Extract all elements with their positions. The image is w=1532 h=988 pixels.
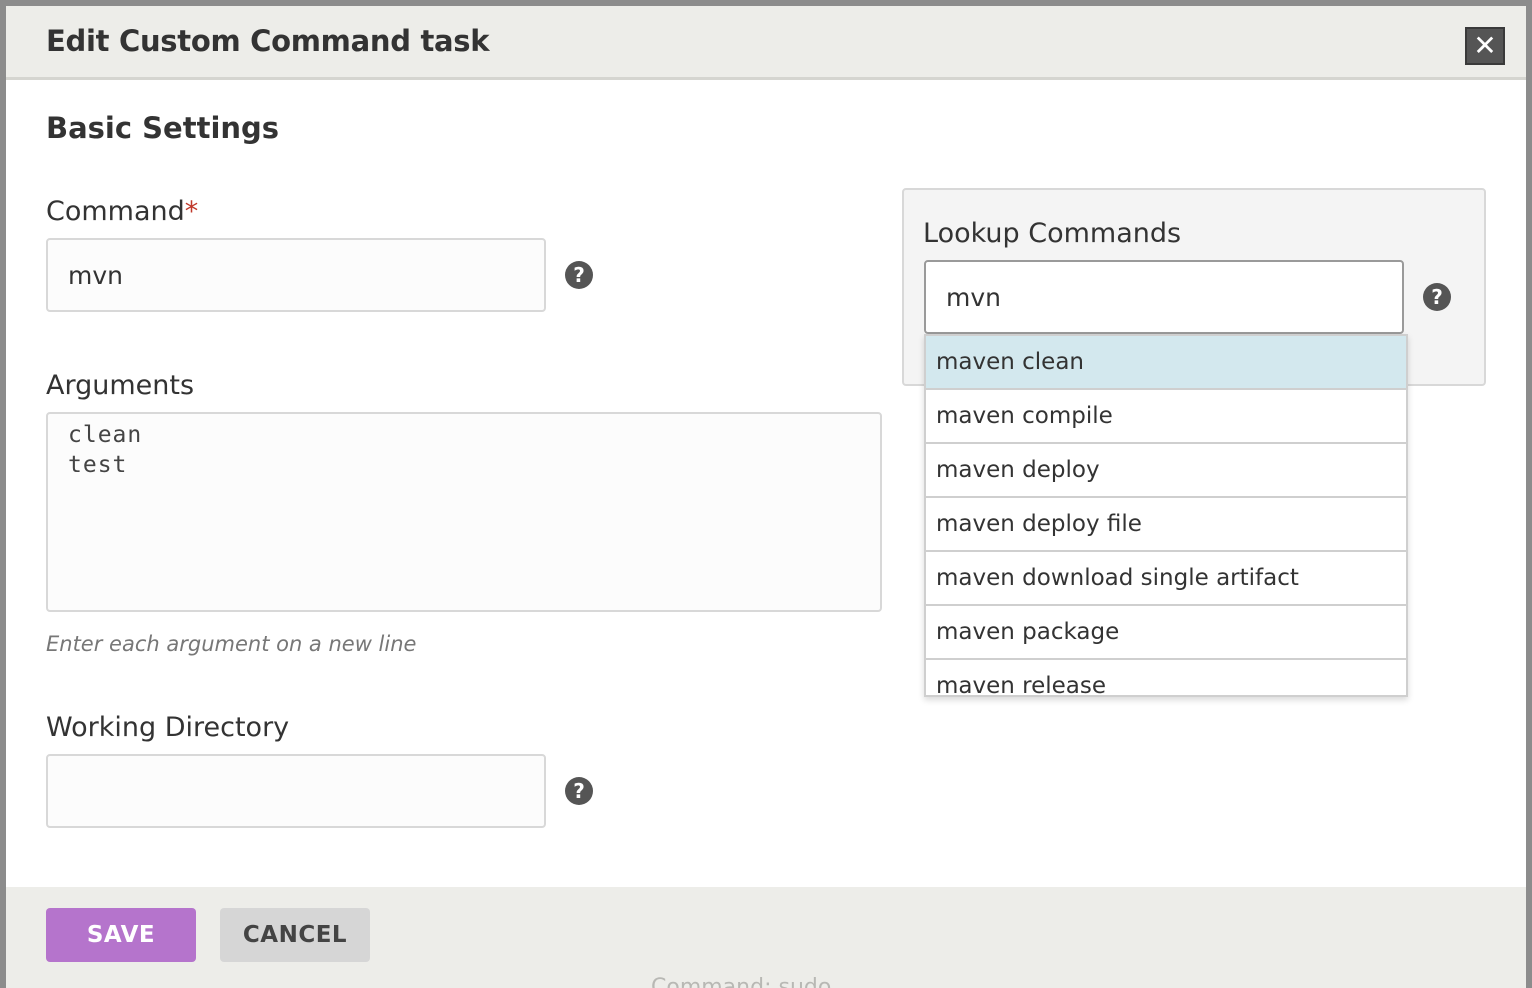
close-icon[interactable]: ✕ <box>1465 27 1505 65</box>
command-help-icon[interactable]: ? <box>565 261 593 289</box>
dialog-header: Edit Custom Command task ✕ <box>6 6 1526 80</box>
argument-line: clean <box>68 422 143 448</box>
edit-task-dialog: Edit Custom Command task ✕ Basic Setting… <box>6 6 1526 988</box>
lookup-dropdown-list[interactable]: maven clean maven compile maven deploy m… <box>924 334 1408 697</box>
command-input-value: mvn <box>68 260 123 290</box>
working-directory-label: Working Directory <box>46 712 290 743</box>
command-label-text: Command <box>46 196 185 227</box>
dropdown-item-maven-download-single-artifact[interactable]: maven download single artifact <box>926 552 1406 606</box>
save-button[interactable]: SAVE <box>46 908 196 962</box>
lookup-help-icon[interactable]: ? <box>1423 283 1451 311</box>
dropdown-item-maven-package[interactable]: maven package <box>926 606 1406 660</box>
arguments-textarea[interactable]: clean test <box>46 412 882 612</box>
dialog-footer: Command: sudo SAVE CANCEL <box>6 887 1526 988</box>
dropdown-item-maven-compile[interactable]: maven compile <box>926 390 1406 444</box>
cancel-button[interactable]: CANCEL <box>220 908 370 962</box>
dropdown-item-maven-clean[interactable]: maven clean <box>926 336 1406 390</box>
arguments-hint: Enter each argument on a new line <box>46 632 417 656</box>
dropdown-item-maven-deploy-file[interactable]: maven deploy file <box>926 498 1406 552</box>
lookup-commands-input[interactable]: mvn <box>924 260 1404 334</box>
dropdown-item-maven-deploy[interactable]: maven deploy <box>926 444 1406 498</box>
required-mark: * <box>184 196 199 227</box>
working-directory-input[interactable] <box>46 754 546 828</box>
section-title: Basic Settings <box>46 111 280 145</box>
lookup-commands-label: Lookup Commands <box>923 218 1182 249</box>
lookup-input-value: mvn <box>946 282 1001 312</box>
background-page-text: Command: sudo <box>651 975 832 988</box>
command-label: Command* <box>46 196 198 227</box>
dialog-title: Edit Custom Command task <box>46 24 490 58</box>
argument-line: test <box>68 452 128 478</box>
arguments-label: Arguments <box>46 370 195 401</box>
working-directory-help-icon[interactable]: ? <box>565 777 593 805</box>
command-input[interactable]: mvn <box>46 238 546 312</box>
dropdown-item-maven-release[interactable]: maven release <box>926 660 1406 695</box>
